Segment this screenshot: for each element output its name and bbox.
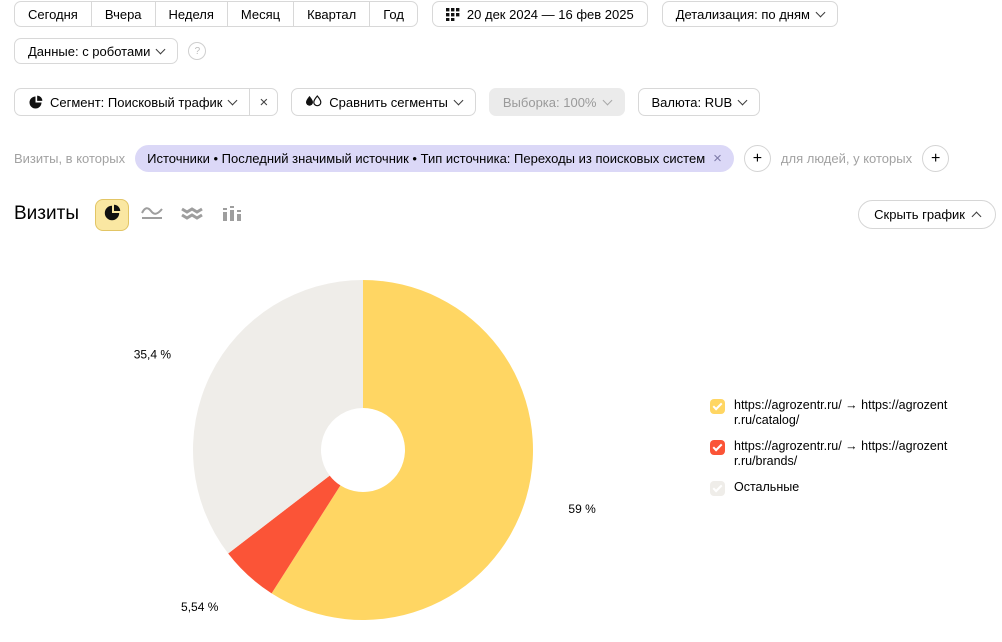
check-icon: [712, 441, 723, 452]
data-mode-button[interactable]: Данные: с роботами: [14, 38, 179, 64]
compare-segments-button[interactable]: Сравнить сегменты: [291, 88, 476, 116]
filters-row: Визиты, в которых Источники • Последний …: [14, 145, 950, 172]
chevron-down-icon: [453, 95, 464, 106]
help-icon[interactable]: ?: [188, 42, 207, 60]
check-icon: [712, 400, 723, 411]
water-drops-icon: [305, 95, 322, 109]
pie-slice-label-0: 59 %: [568, 502, 596, 516]
visits-donut-chart: 59 % 5,54 % 35,4 %: [134, 280, 596, 620]
chart-type-stacked-button[interactable]: [175, 199, 209, 231]
legend-label-2: Остальные: [734, 480, 800, 494]
date-range-label: 20 дек 2024 — 16 фев 2025: [466, 6, 634, 22]
pie-icon: [28, 95, 43, 110]
segment-filter-chip-label: Источники • Последний значимый источник …: [147, 151, 706, 166]
segment-button[interactable]: Сегмент: Поисковый трафик: [14, 88, 251, 116]
period-button-1[interactable]: Вчера: [90, 1, 156, 27]
legend-item-1[interactable]: https://agrozentr.ru/ → https://agrozent…: [710, 439, 954, 469]
legend-checkbox-1[interactable]: [710, 440, 725, 455]
chart-type-columns-button[interactable]: [215, 199, 249, 231]
period-button-group: Сегодня Вчера Неделя Месяц Квартал Год: [14, 1, 418, 27]
segment-row: Сегмент: Поисковый трафик × Сравнить сег…: [14, 88, 761, 116]
calendar-grid-icon: [445, 7, 460, 21]
remove-segment-button[interactable]: ×: [249, 88, 279, 116]
column-chart-icon: [221, 205, 243, 226]
metric-title: Визиты: [14, 203, 79, 224]
hide-chart-button[interactable]: Скрыть график: [858, 200, 996, 229]
data-mode-row: Данные: с роботами ?: [14, 38, 207, 64]
visits-filter-label: Визиты, в которых: [14, 151, 126, 166]
segment-filter-chip[interactable]: Источники • Последний значимый источник …: [135, 145, 734, 172]
period-button-0[interactable]: Сегодня: [14, 1, 92, 27]
line-chart-icon: [140, 205, 164, 226]
legend-label-0: https://agrozentr.ru/ → https://agrozent…: [734, 398, 948, 427]
stacked-area-icon: [180, 205, 204, 226]
sampling-label: Выборка: 100%: [502, 94, 597, 110]
chevron-down-icon: [815, 7, 826, 18]
chevron-down-icon: [228, 95, 238, 106]
currency-label: Валюта: RUB: [651, 94, 733, 110]
date-range-button[interactable]: 20 дек 2024 — 16 фев 2025: [431, 1, 648, 27]
currency-button[interactable]: Валюта: RUB: [637, 88, 761, 116]
legend-item-2[interactable]: Остальные: [710, 480, 954, 496]
add-visit-condition-button[interactable]: +: [743, 145, 771, 172]
sampling-button[interactable]: Выборка: 100%: [488, 88, 625, 116]
chevron-up-icon: [971, 211, 982, 222]
chart-type-pie-button[interactable]: [95, 199, 129, 231]
toolbar-row: Сегодня Вчера Неделя Месяц Квартал Год 20 дек…: [14, 1, 838, 27]
add-people-condition-button[interactable]: +: [922, 145, 950, 172]
plus-icon: +: [752, 149, 763, 167]
chevron-down-icon: [737, 95, 748, 106]
segment-group: Сегмент: Поисковый трафик ×: [14, 88, 279, 116]
legend-item-0[interactable]: https://agrozentr.ru/ → https://agrozent…: [710, 398, 954, 428]
pie-slice-label-2: 35,4 %: [134, 348, 172, 362]
detalization-label: Детализация: по дням: [675, 6, 810, 22]
legend-checkbox-2[interactable]: [710, 481, 725, 496]
pie-chart-icon: [103, 204, 121, 227]
period-button-5[interactable]: Год: [369, 1, 418, 27]
period-button-4[interactable]: Квартал: [293, 1, 371, 27]
legend-checkbox-0[interactable]: [710, 399, 725, 414]
chart-type-line-button[interactable]: [135, 199, 169, 231]
people-filter-label: для людей, у которых: [780, 151, 913, 166]
period-button-2[interactable]: Неделя: [154, 1, 228, 27]
hide-chart-label: Скрыть график: [874, 207, 965, 222]
data-mode-label: Данные: с роботами: [28, 43, 151, 59]
pie-slice-label-1: 5,54 %: [181, 600, 219, 614]
period-button-3[interactable]: Месяц: [226, 1, 295, 27]
legend-label-1: https://agrozentr.ru/ → https://agrozent…: [734, 439, 948, 468]
plus-icon: +: [930, 149, 941, 167]
chart-type-switcher: [95, 199, 249, 231]
chevron-down-icon: [602, 95, 612, 106]
chevron-down-icon: [155, 44, 166, 55]
detalization-button[interactable]: Детализация: по дням: [661, 1, 838, 27]
check-icon: [712, 482, 723, 493]
segment-label: Сегмент: Поисковый трафик: [50, 94, 223, 110]
compare-segments-label: Сравнить сегменты: [329, 94, 448, 110]
chart-legend: https://agrozentr.ru/ → https://agrozent…: [710, 398, 954, 507]
close-icon: ×: [259, 93, 269, 111]
close-icon[interactable]: ×: [713, 151, 722, 166]
